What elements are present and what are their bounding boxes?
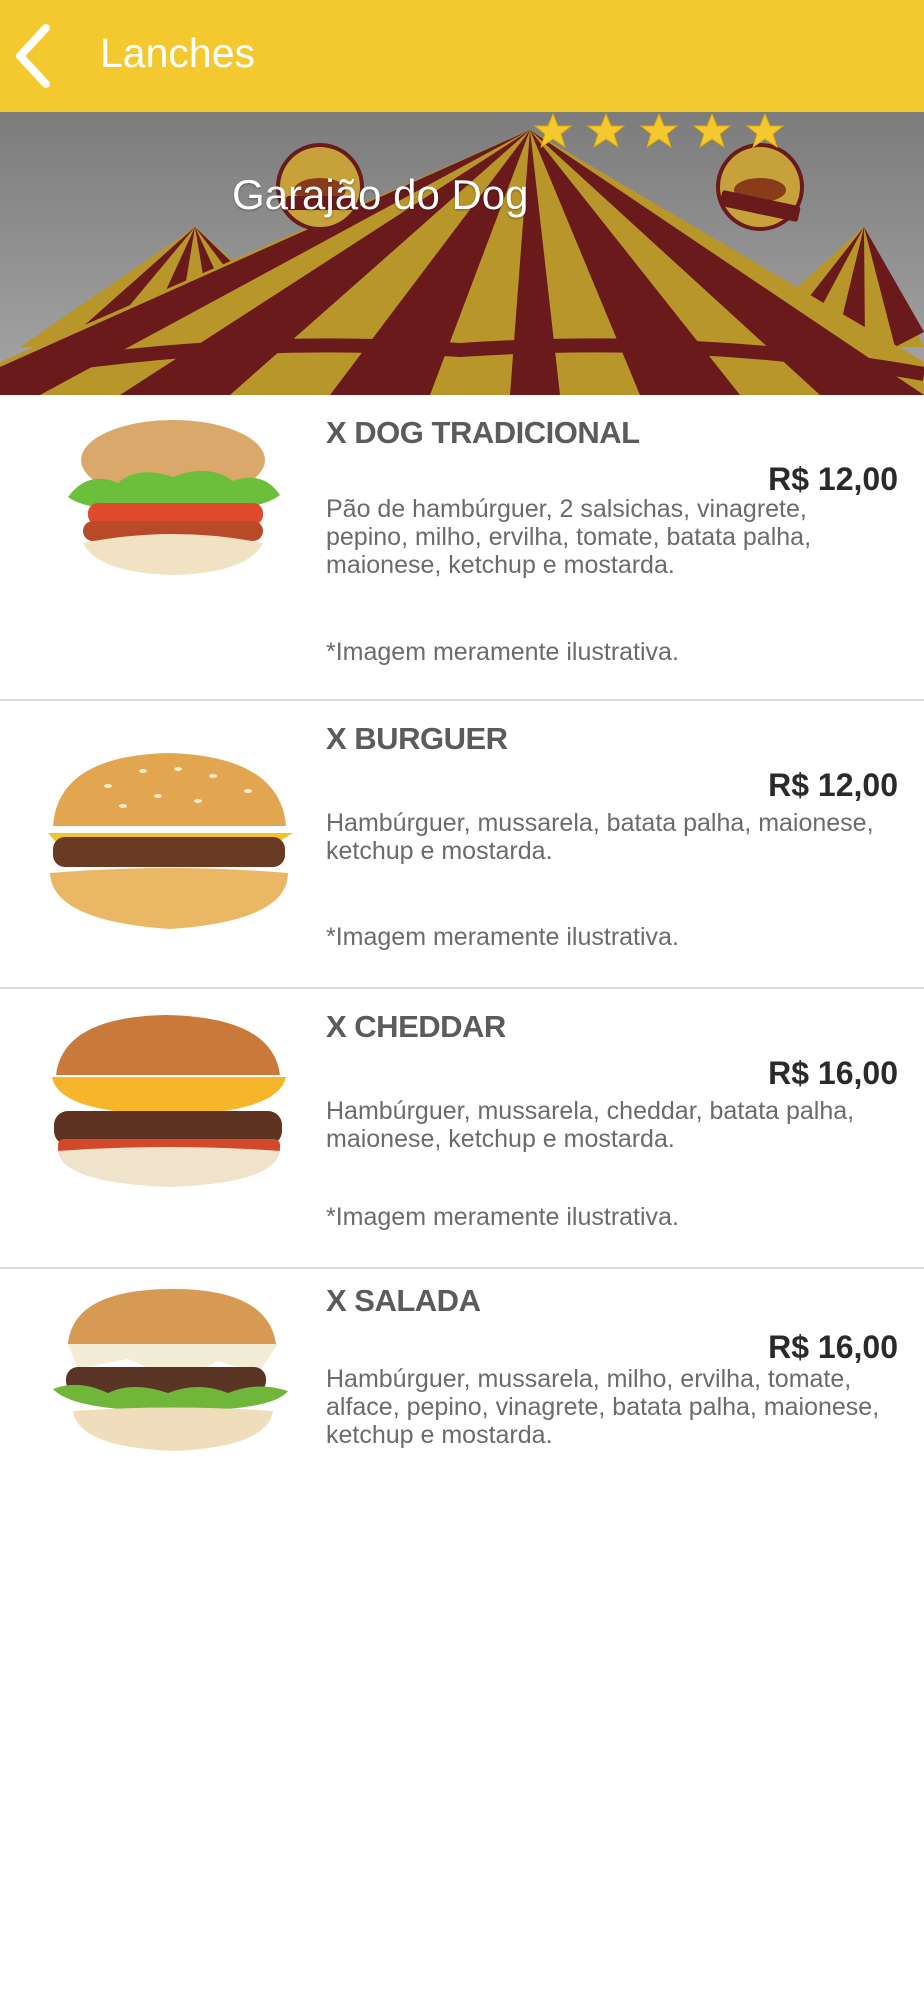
item-note: *Imagem meramente ilustrativa. (326, 923, 679, 951)
product-image (52, 1015, 286, 1187)
item-name: X SALADA (326, 1283, 481, 1318)
store-name: Garajão do Dog (232, 171, 529, 218)
product-image (48, 753, 293, 929)
list-item[interactable]: X SALADA R$ 16,00 Hambúrguer, mussarela,… (0, 1269, 924, 1469)
store-logo (716, 143, 804, 231)
item-description: Hambúrguer, mussarela, cheddar, batata p… (326, 1097, 855, 1153)
product-image (68, 420, 280, 575)
star-icon (533, 112, 573, 149)
item-name: X BURGUER (326, 721, 508, 756)
item-name: X DOG TRADICIONAL (326, 415, 640, 450)
item-description: Hambúrguer, mussarela, milho, ervilha, t… (326, 1365, 880, 1449)
item-description: Hambúrguer, mussarela, batata palha, mai… (326, 809, 874, 865)
rating-stars (533, 112, 793, 152)
list-item[interactable]: X DOG TRADICIONAL R$ 12,00 Pão de hambúr… (0, 395, 924, 701)
page-title: Lanches (100, 30, 256, 76)
list-item[interactable]: X BURGUER R$ 12,00 Hambúrguer, mussarela… (0, 701, 924, 989)
item-price: R$ 16,00 (768, 1055, 898, 1091)
chevron-left-icon (16, 24, 50, 88)
star-icon (639, 112, 679, 149)
item-note: *Imagem meramente ilustrativa. (326, 638, 679, 666)
item-price: R$ 12,00 (768, 461, 898, 497)
star-icon (586, 112, 626, 149)
store-banner: Garajão do Dog (0, 112, 924, 395)
item-description: Pão de hambúrguer, 2 salsichas, vinagret… (326, 495, 812, 579)
item-price: R$ 16,00 (768, 1329, 898, 1365)
back-button[interactable] (10, 22, 58, 90)
app-bar: Lanches (0, 0, 924, 112)
item-name: X CHEDDAR (326, 1009, 506, 1044)
item-price: R$ 12,00 (768, 767, 898, 803)
product-image (53, 1289, 288, 1451)
star-icon (745, 112, 785, 149)
item-note: *Imagem meramente ilustrativa. (326, 1203, 679, 1231)
circus-tent-illustration (0, 112, 924, 395)
list-item[interactable]: X CHEDDAR R$ 16,00 Hambúrguer, mussarela… (0, 989, 924, 1269)
star-icon (692, 112, 732, 149)
